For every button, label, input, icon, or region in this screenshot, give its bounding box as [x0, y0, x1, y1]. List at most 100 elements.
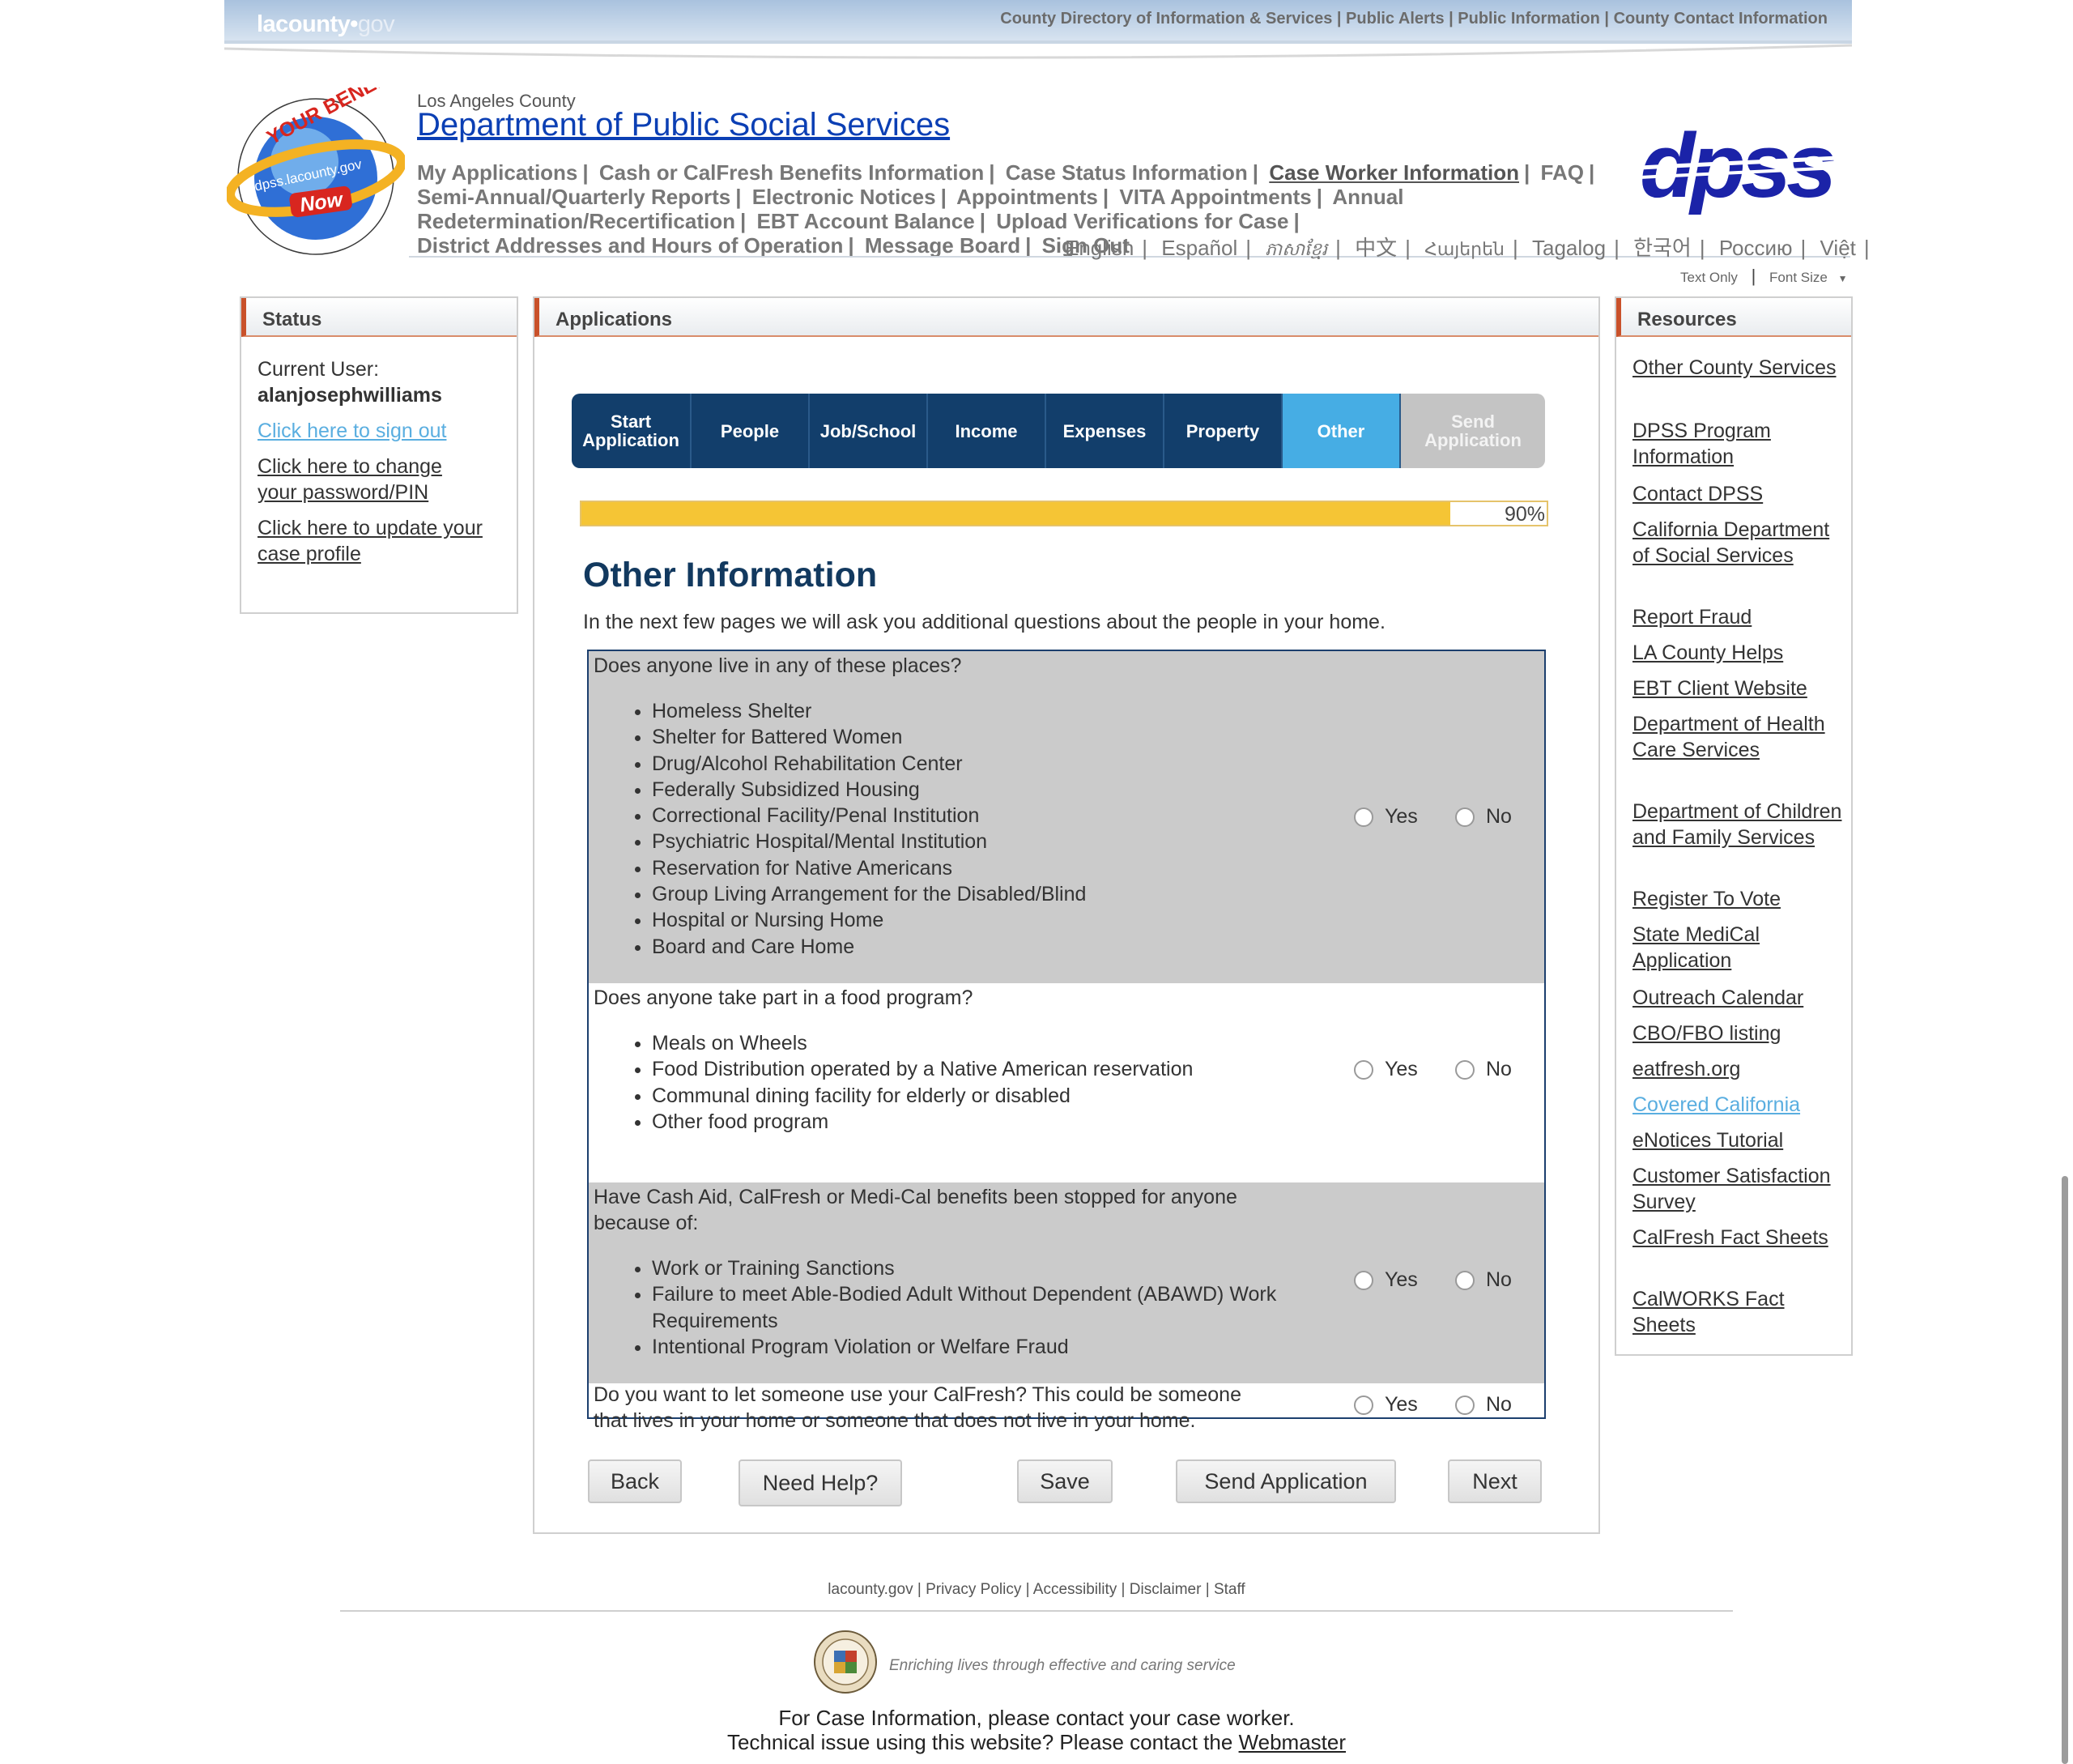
header-swoosh — [224, 44, 1852, 59]
footer-link-accessibility[interactable]: Accessibility — [1033, 1581, 1117, 1598]
footer-link-privacy[interactable]: Privacy Policy — [926, 1581, 1021, 1598]
sign-out-link[interactable]: Click here to sign out — [258, 418, 446, 444]
tab-property[interactable]: Property — [1164, 394, 1283, 468]
nav-my-applications[interactable]: My Applications — [417, 160, 577, 185]
public-information-link[interactable]: Public Information — [1458, 10, 1600, 28]
resource-link-contact-dpss[interactable]: Contact DPSS — [1632, 481, 1843, 507]
nav-semi-annual-reports[interactable]: Semi-Annual/Quarterly Reports — [417, 185, 730, 209]
resource-link-cdss[interactable]: California Department of Social Services — [1632, 517, 1843, 569]
webmaster-link[interactable]: Webmaster — [1239, 1730, 1346, 1754]
radio-button[interactable] — [1455, 1270, 1475, 1290]
no-radio-q3[interactable]: No — [1455, 1268, 1512, 1292]
list-item: Food Distribution operated by a Native A… — [652, 1056, 1348, 1082]
list-item: Psychiatric Hospital/Mental Institution — [652, 829, 1348, 854]
dpss-logo[interactable]: dpss — [1640, 126, 1838, 215]
tab-people[interactable]: People — [692, 394, 810, 468]
change-password-link[interactable]: Click here to change your password/PIN — [258, 454, 442, 505]
radio-button[interactable] — [1354, 1395, 1373, 1415]
send-application-button[interactable]: Send Application — [1176, 1459, 1396, 1503]
tab-job-school[interactable]: Job/School — [810, 394, 928, 468]
resource-link-satisfaction-survey[interactable]: Customer Satisfaction Survey — [1632, 1163, 1843, 1215]
your-benefits-now-logo[interactable]: YOUR BENEFITS dpss.lacounty.gov Now — [227, 87, 405, 266]
font-size-dropdown[interactable]: Font Size — [1769, 270, 1828, 285]
lang-spanish[interactable]: Español — [1161, 236, 1237, 260]
back-button[interactable]: Back — [588, 1459, 682, 1503]
list-item: Group Living Arrangement for the Disable… — [652, 881, 1348, 907]
update-profile-link[interactable]: Click here to update your case profile — [258, 515, 483, 567]
yes-radio-q4[interactable]: Yes — [1354, 1393, 1418, 1417]
resource-link-cbo-fbo[interactable]: CBO/FBO listing — [1632, 1020, 1843, 1046]
tab-income[interactable]: Income — [928, 394, 1046, 468]
scrollbar-thumb[interactable] — [2062, 1176, 2068, 1764]
lang-russian[interactable]: Россию — [1719, 236, 1793, 260]
list-item: Communal dining facility for elderly or … — [652, 1083, 1348, 1109]
resource-link-state-medical[interactable]: State MediCal Application — [1632, 922, 1843, 974]
need-help-button[interactable]: Need Help? — [739, 1459, 902, 1506]
lang-tagalog[interactable]: Tagalog — [1532, 236, 1606, 260]
resource-link-dpss-program-info[interactable]: DPSS Program Information — [1632, 418, 1843, 470]
tab-other[interactable]: Other — [1283, 394, 1401, 468]
resource-link-other-county-services[interactable]: Other County Services — [1632, 355, 1843, 381]
department-title-link[interactable]: Department of Public Social Services — [417, 107, 950, 143]
nav-case-worker[interactable]: Case Worker Information — [1269, 160, 1519, 185]
radio-button[interactable] — [1354, 807, 1373, 827]
list-item: Drug/Alcohol Rehabilitation Center — [652, 751, 1348, 777]
resource-link-outreach-calendar[interactable]: Outreach Calendar — [1632, 985, 1843, 1011]
lang-korean[interactable]: 한국어 — [1633, 236, 1692, 260]
question-row-benefits-stopped: Have Cash Aid, CalFresh or Medi-Cal bene… — [589, 1182, 1544, 1383]
resources-panel: Resources Other County Services DPSS Pro… — [1615, 296, 1853, 1356]
resource-link-enotices-tutorial[interactable]: eNotices Tutorial — [1632, 1127, 1843, 1153]
lang-english[interactable]: English — [1065, 236, 1134, 260]
radio-button[interactable] — [1455, 1395, 1475, 1415]
county-top-bar: lacounty•gov County Directory of Informa… — [224, 0, 1852, 44]
nav-benefits-information[interactable]: Cash or CalFresh Benefits Information — [599, 160, 984, 185]
lang-chinese[interactable]: 中文 — [1355, 236, 1397, 260]
resource-link-calfresh-fact-sheets[interactable]: CalFresh Fact Sheets — [1632, 1225, 1843, 1251]
no-radio-q2[interactable]: No — [1455, 1058, 1512, 1081]
lang-khmer[interactable]: ភាសាខ្មែរ — [1265, 239, 1327, 259]
footer-link-lacounty[interactable]: lacounty.gov — [828, 1581, 913, 1598]
next-button[interactable]: Next — [1448, 1459, 1542, 1503]
radio-button[interactable] — [1455, 1059, 1475, 1080]
yes-radio-q2[interactable]: Yes — [1354, 1058, 1418, 1081]
radio-button[interactable] — [1354, 1059, 1373, 1080]
resource-link-register-to-vote[interactable]: Register To Vote — [1632, 886, 1843, 912]
text-only-link[interactable]: Text Only — [1680, 270, 1738, 285]
question-options-list: Work or Training Sanctions Failure to me… — [619, 1255, 1348, 1360]
resource-link-eatfresh[interactable]: eatfresh.org — [1632, 1056, 1843, 1082]
nav-electronic-notices[interactable]: Electronic Notices — [752, 185, 936, 209]
nav-message-board[interactable]: Message Board — [865, 233, 1020, 258]
yes-radio-q3[interactable]: Yes — [1354, 1268, 1418, 1292]
resource-link-dcfs[interactable]: Department of Children and Family Servic… — [1632, 799, 1843, 850]
radio-button[interactable] — [1455, 807, 1475, 827]
no-radio-q4[interactable]: No — [1455, 1393, 1512, 1417]
tab-start-application[interactable]: Start Application — [572, 394, 692, 468]
resource-link-calworks-fact-sheets[interactable]: CalWORKS Fact Sheets — [1632, 1286, 1843, 1338]
save-button[interactable]: Save — [1017, 1459, 1113, 1503]
resource-link-la-county-helps[interactable]: LA County Helps — [1632, 640, 1843, 666]
county-contact-link[interactable]: County Contact Information — [1614, 10, 1828, 28]
nav-upload-verifications[interactable]: Upload Verifications for Case — [996, 209, 1288, 233]
no-radio-q1[interactable]: No — [1455, 805, 1512, 829]
nav-faq[interactable]: FAQ — [1541, 160, 1584, 185]
resource-link-covered-california[interactable]: Covered California — [1632, 1092, 1843, 1118]
lang-armenian[interactable]: Հայերեն — [1424, 239, 1505, 259]
public-alerts-link[interactable]: Public Alerts — [1346, 10, 1445, 28]
resource-link-report-fraud[interactable]: Report Fraud — [1632, 604, 1843, 630]
nav-appointments[interactable]: Appointments — [956, 185, 1098, 209]
county-directory-link[interactable]: County Directory of Information & Servic… — [1000, 10, 1332, 28]
nav-case-status[interactable]: Case Status Information — [1006, 160, 1248, 185]
resource-link-dhcs[interactable]: Department of Health Care Services — [1632, 711, 1843, 763]
nav-district-addresses[interactable]: District Addresses and Hours of Operatio… — [417, 233, 843, 258]
radio-button[interactable] — [1354, 1270, 1373, 1290]
lang-vietnamese[interactable]: Việt — [1820, 236, 1856, 260]
tab-expenses[interactable]: Expenses — [1046, 394, 1164, 468]
question-text: Do you want to let someone use your CalF… — [594, 1383, 1241, 1432]
resource-link-ebt-client[interactable]: EBT Client Website — [1632, 675, 1843, 701]
yes-radio-q1[interactable]: Yes — [1354, 805, 1418, 829]
footer-link-disclaimer[interactable]: Disclaimer — [1130, 1581, 1202, 1598]
nav-ebt-balance[interactable]: EBT Account Balance — [757, 209, 975, 233]
lacounty-logo[interactable]: lacounty•gov — [257, 11, 395, 38]
nav-vita-appointments[interactable]: VITA Appointments — [1119, 185, 1311, 209]
footer-link-staff[interactable]: Staff — [1214, 1581, 1245, 1598]
